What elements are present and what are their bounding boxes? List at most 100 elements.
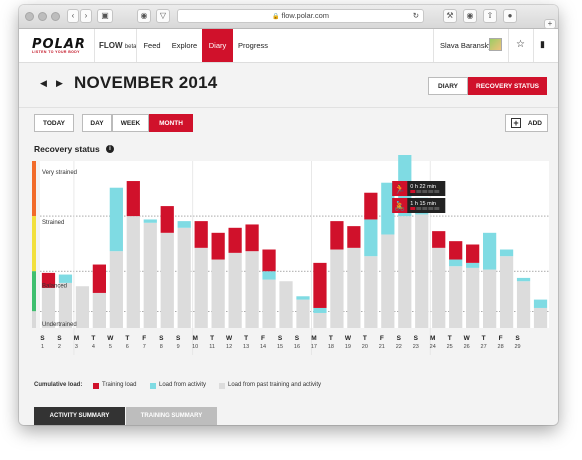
zone-bar-3 [32,311,36,328]
running-icon-glyph: 🏃 [394,183,405,194]
bar-training-23 [432,231,446,248]
weekday-label-28: S [515,335,520,342]
nav-progress[interactable]: Progress [233,29,273,62]
zone-label-0: Very strained [42,170,77,176]
nav-explore[interactable]: Explore [167,29,202,62]
nav-diary[interactable]: Diary [202,29,233,62]
bar-training-5 [126,181,140,217]
bar-activity-27 [499,249,514,257]
ghostery-extension-button[interactable]: ◉ [137,9,151,23]
tooltip-intensity-0-1 [416,190,422,193]
add-button[interactable]: + ADD [505,114,548,132]
day-label-1: 2 [58,344,61,350]
tooltip-duration-0: 0 h 22 min [410,184,436,190]
day-label-24: 25 [447,344,453,350]
day-label-21: 22 [396,344,402,350]
today-button[interactable]: TODAY [34,114,74,132]
zone-label-2: Balanced [42,284,67,290]
tab-day[interactable]: DAY [82,114,112,132]
bar-training-3 [92,264,107,293]
bar-training-18 [347,226,361,248]
bar-training-19 [364,192,378,220]
day-label-28: 29 [514,344,520,350]
zoom-window-icon[interactable] [51,12,60,21]
zone-bar-0 [32,161,36,217]
sidebar-button[interactable]: ▣ [97,9,113,23]
day-label-19: 20 [362,344,368,350]
bar-past-10 [211,259,225,328]
tooltip-intensity-1-4 [434,207,440,210]
user-name[interactable]: Slava Baranskyi [440,41,494,50]
weekday-label-27: F [499,335,503,342]
legend-swatch-activity [150,383,156,389]
add-icon: + [511,118,521,128]
nav-feed[interactable]: Feed [137,29,167,62]
tooltip-intensity-0-0 [410,190,416,193]
bar-past-3 [92,292,107,328]
recovery-status-button[interactable]: RECOVERY STATUS [468,77,547,95]
prev-month-icon[interactable]: ◀ [40,78,47,89]
star-icon[interactable]: ☆ [516,39,525,50]
bar-training-16 [313,262,327,308]
wrench-extension-button[interactable]: ⚒ [443,9,457,23]
day-label-2: 3 [75,344,78,350]
bar-training-11 [228,227,242,253]
app-header: POLAR LISTEN TO YOUR BODY FLOW beta Feed… [19,29,558,63]
weekday-label-26: T [482,335,486,342]
weekday-label-2: M [74,335,79,342]
next-month-icon[interactable]: ▶ [56,78,63,89]
weekday-label-12: T [244,335,248,342]
day-label-26: 27 [481,344,487,350]
lock-icon: 🔒 [271,14,280,20]
bar-past-22 [415,214,429,328]
onepassword-button[interactable]: ◉ [463,9,477,23]
tab-training-summary[interactable]: TRAINING SUMMARY [126,407,217,425]
weekday-label-9: M [192,335,197,342]
avatar[interactable] [489,38,502,51]
tooltip-intensity-0-4 [434,190,440,193]
address-bar[interactable]: 🔒 flow.polar.com ↻ [177,9,424,23]
bar-training-13 [262,249,276,272]
bar-past-5 [126,216,140,328]
bar-activity-16 [313,307,327,313]
tab-week[interactable]: WEEK [112,114,149,132]
tooltip-intensity-0-2 [422,190,428,193]
bar-activity-8 [177,221,191,228]
page-title: NOVEMBER 2014 [74,73,218,92]
minimize-window-icon[interactable] [38,12,47,21]
bar-training-25 [466,244,480,263]
weekday-label-11: W [226,335,233,342]
pocket-extension-button[interactable]: ▽ [156,9,170,23]
share-button[interactable]: ⇧ [483,9,497,23]
message-icon[interactable]: ▮ [540,39,545,50]
legend-item-training: Training load [102,382,137,388]
new-tab-button[interactable]: + [544,19,556,29]
diary-view-button[interactable]: DIARY [428,77,468,95]
reload-icon[interactable]: ↻ [413,10,419,22]
zone-bar-2 [32,271,36,312]
bar-past-23 [432,247,446,328]
recovery-chart: Very strained Strained Balanced Undertraine… [32,155,549,355]
weekday-label-0: S [40,335,45,342]
bar-training-24 [449,241,463,260]
weekday-label-8: S [176,335,181,342]
bar-training-17 [330,221,344,250]
day-label-6: 7 [143,344,146,350]
forward-button[interactable]: › [80,9,92,23]
zone-label-1: Strained [42,220,64,226]
browser-toolbar: ‹ › ▣ ◉ ▽ 🔒 flow.polar.com ↻ ⚒ ◉ ⇧ ● + [19,5,558,29]
day-label-14: 15 [277,344,283,350]
back-button[interactable]: ‹ [67,9,79,23]
bar-activity-26 [482,232,497,270]
tab-activity-summary[interactable]: ACTIVITY SUMMARY [34,407,125,425]
tooltip-duration-1: 1 h 15 min [410,201,436,207]
add-label: ADD [527,120,542,127]
close-window-icon[interactable] [25,12,34,21]
ublock-button[interactable]: ● [503,9,517,23]
tab-month[interactable]: MONTH [149,114,193,132]
info-icon[interactable]: i [106,145,114,153]
day-label-0: 1 [41,344,44,350]
tooltip-intensity-1-0 [410,207,416,210]
weekday-label-16: M [311,335,316,342]
bar-past-16 [313,312,327,328]
